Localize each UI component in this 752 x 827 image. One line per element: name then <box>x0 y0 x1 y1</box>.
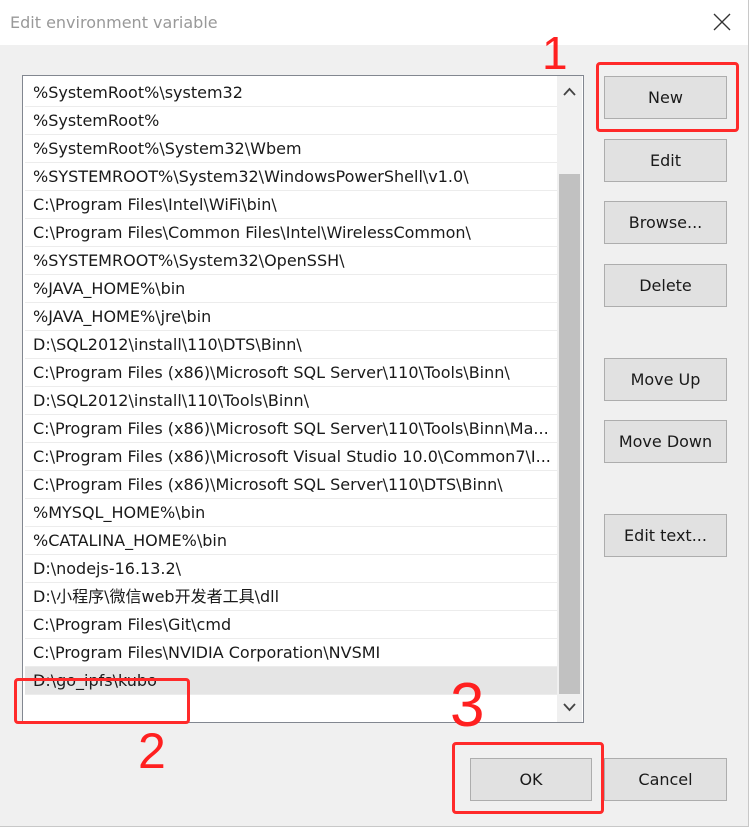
list-item[interactable]: %SystemRoot% <box>25 107 557 135</box>
step-number-1: 1 <box>542 27 568 79</box>
list-item[interactable]: C:\Program Files (x86)\Microsoft SQL Ser… <box>25 471 557 499</box>
list-item[interactable]: %CATALINA_HOME%\bin <box>25 527 557 555</box>
edit-button[interactable]: Edit <box>604 139 727 182</box>
browse-button[interactable]: Browse... <box>604 201 727 244</box>
ok-button[interactable]: OK <box>470 758 592 801</box>
new-button[interactable]: New <box>604 76 727 119</box>
list-item-label: D:\go_ipfs\kubo <box>33 671 157 690</box>
list-item-label: D:\nodejs-16.13.2\ <box>33 559 182 578</box>
scroll-down-button[interactable] <box>557 694 582 722</box>
list-item[interactable]: C:\Program Files (x86)\Microsoft SQL Ser… <box>25 359 557 387</box>
list-item-label: D:\SQL2012\install\110\DTS\Binn\ <box>33 335 302 354</box>
path-list-items: %SystemRoot%\system32 %SystemRoot% %System… <box>25 79 557 695</box>
step-number-3: 3 <box>450 671 485 740</box>
list-item-label: C:\Program Files (x86)\Microsoft SQL Ser… <box>33 419 549 438</box>
delete-button[interactable]: Delete <box>604 264 727 307</box>
list-item-label: %JAVA_HOME%\jre\bin <box>33 307 212 326</box>
list-item[interactable]: C:\Program Files\Common Files\Intel\Wire… <box>25 219 557 247</box>
list-item[interactable]: %JAVA_HOME%\bin <box>25 275 557 303</box>
list-item-label: C:\Program Files\Common Files\Intel\Wire… <box>33 223 471 242</box>
list-item[interactable]: C:\Program Files (x86)\Microsoft Visual … <box>25 443 557 471</box>
close-button[interactable] <box>698 2 746 42</box>
list-item-label: D:\小程序\微信web开发者工具\dll <box>33 587 280 606</box>
list-item-label: %CATALINA_HOME%\bin <box>33 531 227 550</box>
vertical-scrollbar[interactable] <box>557 76 582 722</box>
list-item[interactable]: %SYSTEMROOT%\System32\OpenSSH\ <box>25 247 557 275</box>
move-down-button[interactable]: Move Down <box>604 420 727 463</box>
window-title: Edit environment variable <box>10 13 218 32</box>
close-icon <box>713 13 731 31</box>
step-number-2: 2 <box>138 723 166 779</box>
list-item[interactable]: C:\Program Files (x86)\Microsoft SQL Ser… <box>25 415 557 443</box>
edit-env-var-dialog: Edit environment variable %SystemRoot%\s… <box>0 0 749 827</box>
list-item-label: %SYSTEMROOT%\System32\OpenSSH\ <box>33 251 345 270</box>
cancel-button[interactable]: Cancel <box>604 758 727 801</box>
list-item-label: %SYSTEMROOT%\System32\WindowsPowerShell\… <box>33 167 469 186</box>
list-item[interactable]: C:\Program Files\NVIDIA Corporation\NVSM… <box>25 639 557 667</box>
list-item[interactable]: D:\SQL2012\install\110\Tools\Binn\ <box>25 387 557 415</box>
list-item[interactable]: %SYSTEMROOT%\System32\WindowsPowerShell\… <box>25 163 557 191</box>
title-bar: Edit environment variable <box>0 0 748 45</box>
list-item-label: C:\Program Files (x86)\Microsoft SQL Ser… <box>33 475 503 494</box>
chevron-down-icon <box>563 703 576 712</box>
edit-text-button[interactable]: Edit text... <box>604 514 727 557</box>
list-item-label: C:\Program Files\Git\cmd <box>33 615 232 634</box>
list-item[interactable]: D:\nodejs-16.13.2\ <box>25 555 557 583</box>
move-up-button[interactable]: Move Up <box>604 358 727 401</box>
list-item-label: %JAVA_HOME%\bin <box>33 279 186 298</box>
list-item-label: %SystemRoot% <box>33 111 160 130</box>
list-item[interactable]: %SystemRoot%\system32 <box>25 79 557 107</box>
list-item-label: %MYSQL_HOME%\bin <box>33 503 206 522</box>
list-item-label: C:\Program Files\NVIDIA Corporation\NVSM… <box>33 643 381 662</box>
list-item[interactable]: C:\Program Files\Git\cmd <box>25 611 557 639</box>
list-item[interactable]: D:\SQL2012\install\110\DTS\Binn\ <box>25 331 557 359</box>
list-item-label: D:\SQL2012\install\110\Tools\Binn\ <box>33 391 309 410</box>
list-item-label: C:\Program Files\Intel\WiFi\bin\ <box>33 195 277 214</box>
list-item[interactable]: %MYSQL_HOME%\bin <box>25 499 557 527</box>
list-item-label: %SystemRoot%\system32 <box>33 83 243 102</box>
scrollbar-thumb[interactable] <box>559 174 580 694</box>
path-list[interactable]: %SystemRoot%\system32 %SystemRoot% %System… <box>22 75 584 723</box>
list-item[interactable]: C:\Program Files\Intel\WiFi\bin\ <box>25 191 557 219</box>
list-item-label: %SystemRoot%\System32\Wbem <box>33 139 302 158</box>
list-item[interactable]: %SystemRoot%\System32\Wbem <box>25 135 557 163</box>
list-item-label: C:\Program Files (x86)\Microsoft SQL Ser… <box>33 363 510 382</box>
scroll-up-button[interactable] <box>557 78 582 106</box>
list-item[interactable]: %JAVA_HOME%\jre\bin <box>25 303 557 331</box>
list-item[interactable]: D:\小程序\微信web开发者工具\dll <box>25 583 557 611</box>
chevron-up-icon <box>563 87 576 96</box>
list-item-label: C:\Program Files (x86)\Microsoft Visual … <box>33 447 551 466</box>
